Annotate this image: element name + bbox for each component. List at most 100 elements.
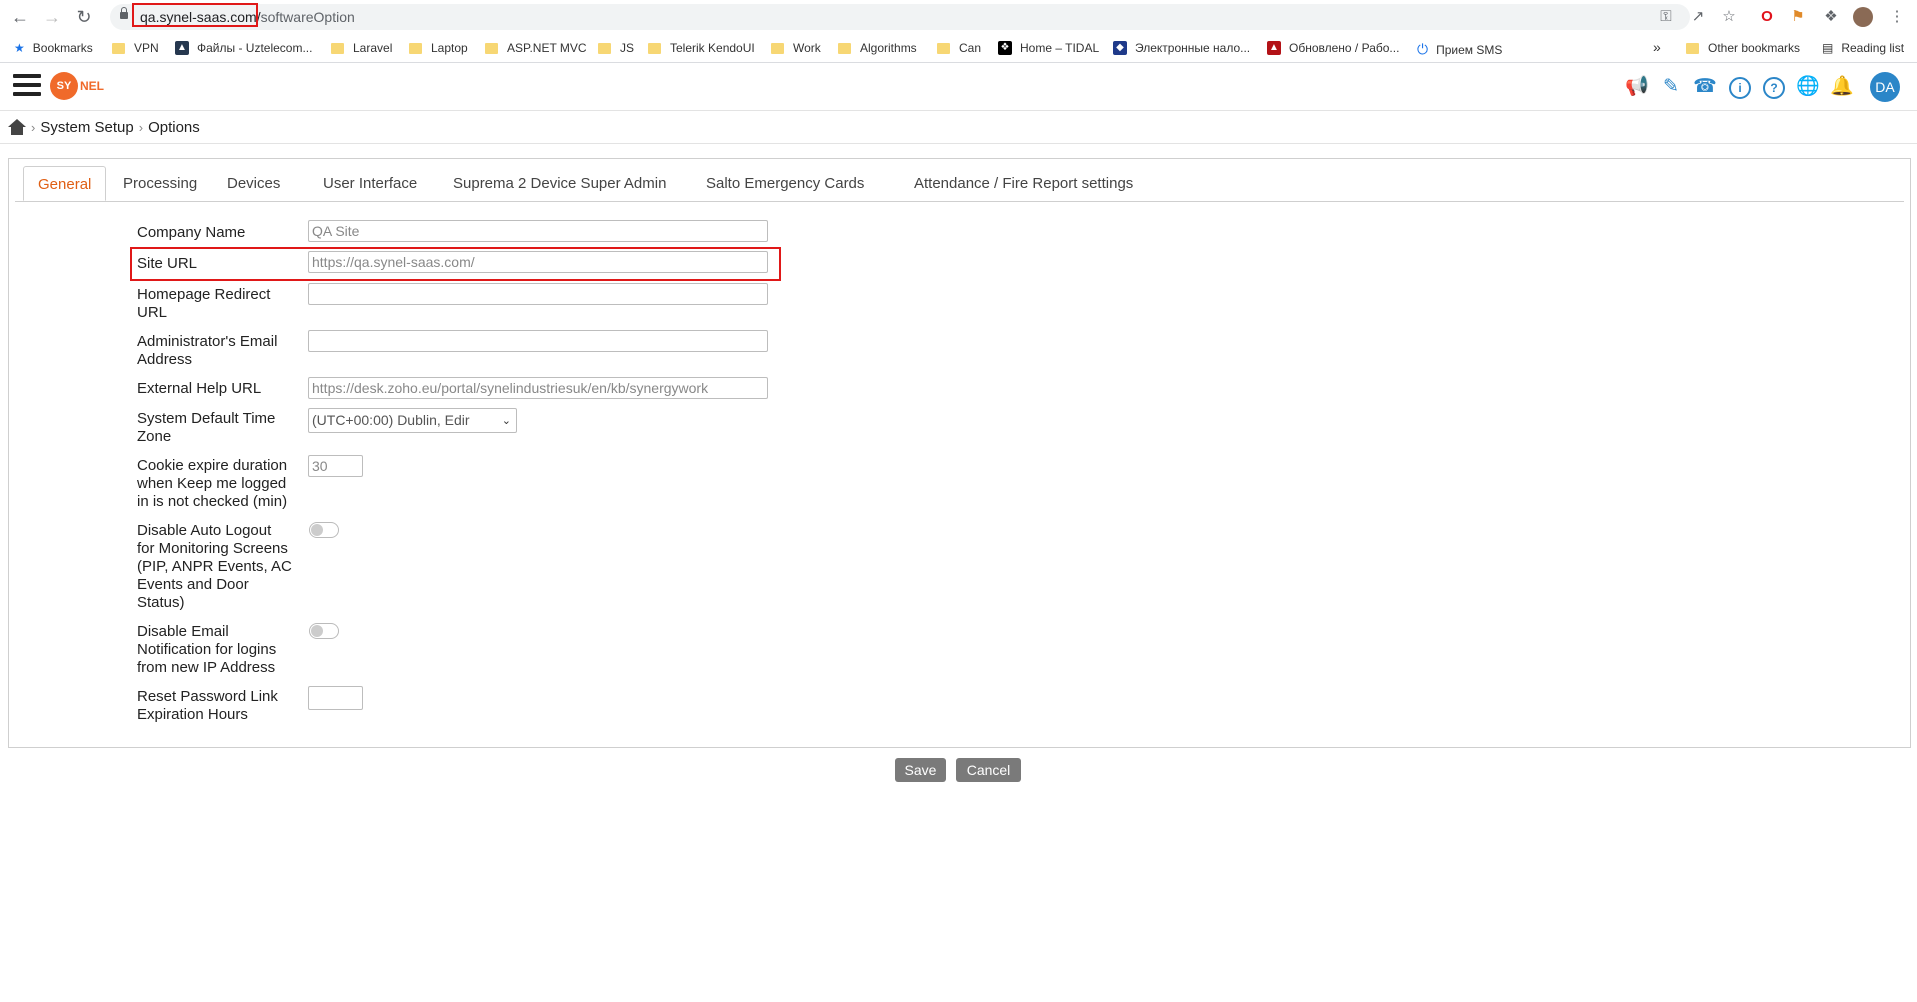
email-notification-label-line: Disable Email <box>137 623 229 640</box>
bell-icon[interactable]: 🔔 <box>1829 74 1855 100</box>
homepage-redirect-label-line: Homepage Redirect <box>137 286 271 303</box>
admin-email-input[interactable] <box>308 330 768 352</box>
synel-logo-text: NEL <box>80 79 104 93</box>
auto-logout-label: Disable Auto Logout for Monitoring Screen… <box>137 522 292 612</box>
reading-list[interactable]: ▤ Reading list <box>1822 41 1904 55</box>
extension-flag-icon[interactable]: ⚑ <box>1787 6 1809 28</box>
bookmark-item[interactable]: ❖ Home – TIDAL <box>998 41 1099 55</box>
synel-logo[interactable]: SY <box>50 72 78 100</box>
tax-icon: ◆ <box>1113 41 1127 55</box>
homepage-redirect-label-line: URL <box>137 304 168 321</box>
user-avatar[interactable]: DA <box>1870 72 1900 102</box>
profile-avatar-icon[interactable] <box>1853 7 1873 27</box>
tidal-icon: ❖ <box>998 41 1012 55</box>
address-bar[interactable]: qa.synel-saas.com/softwareOption <box>110 4 1690 30</box>
company-name-input[interactable]: QA Site <box>308 220 768 242</box>
tab-salto-emergency-cards[interactable]: Salto Emergency Cards <box>698 166 872 201</box>
help-icon[interactable]: ? <box>1763 77 1785 99</box>
timezone-label-line: Zone <box>137 428 172 445</box>
bookmark-item[interactable]: ◆ Электронные нало... <box>1113 41 1250 55</box>
bookmark-item[interactable]: ▲ Обновлено / Рабо... <box>1267 41 1399 55</box>
phone-icon[interactable]: ☎ <box>1692 74 1718 100</box>
bookmark-label: Algorithms <box>860 41 917 55</box>
auto-logout-label-line: Events and Door <box>137 576 249 593</box>
email-notification-label-line: from new IP Address <box>137 659 276 676</box>
site-url-highlight-box <box>130 247 781 281</box>
url-highlight-box <box>132 3 258 27</box>
bookmark-label: Work <box>793 41 821 55</box>
breadcrumb: › System Setup › Options <box>0 110 1917 144</box>
folder-icon <box>838 42 851 54</box>
chevron-right-icon: › <box>31 119 36 135</box>
homepage-redirect-input[interactable] <box>308 283 768 305</box>
star-icon: ★ <box>14 41 25 55</box>
back-arrow-icon[interactable]: ← <box>8 5 32 29</box>
announcement-icon[interactable]: 📢 <box>1624 74 1650 100</box>
save-button[interactable]: Save <box>895 758 946 782</box>
bookmark-label: Laptop <box>431 41 468 55</box>
bookmark-item[interactable]: Laptop <box>409 41 468 55</box>
breadcrumb-system-setup[interactable]: System Setup <box>40 119 133 136</box>
bookmark-label: Telerik KendoUI <box>670 41 755 55</box>
bookmark-item[interactable]: JS <box>598 41 634 55</box>
tab-attendance-fire-report[interactable]: Attendance / Fire Report settings <box>906 166 1141 201</box>
share-icon[interactable]: ↗ <box>1687 6 1709 28</box>
tab-user-interface[interactable]: User Interface <box>315 166 425 201</box>
tab-devices[interactable]: Devices <box>219 166 288 201</box>
folder-icon <box>112 42 125 54</box>
notes-icon[interactable]: ✎ <box>1658 74 1684 100</box>
key-icon[interactable]: ⚿ <box>1655 6 1677 28</box>
bookmark-label: Прием SMS <box>1436 42 1503 57</box>
timezone-selected-value: (UTC+00:00) Dublin, Edir <box>312 412 470 428</box>
tab-general[interactable]: General <box>23 166 107 201</box>
email-notification-label-line: Notification for logins <box>137 641 277 658</box>
cancel-button[interactable]: Cancel <box>956 758 1021 782</box>
forward-arrow-icon[interactable]: → <box>40 5 64 29</box>
bookmark-item[interactable]: ⏻ Прием SMS <box>1417 41 1502 58</box>
bookmarks-bar: ★ Bookmarks VPN ▲ Файлы - Uztelecom... Lar… <box>0 36 1917 63</box>
bookmark-label: Обновлено / Рабо... <box>1289 41 1400 55</box>
bookmark-item[interactable]: Algorithms <box>838 41 917 55</box>
bookmark-item[interactable]: Laravel <box>331 41 392 55</box>
bookmark-label: Laravel <box>353 41 393 55</box>
hamburger-menu-icon[interactable] <box>13 74 41 100</box>
bookmark-item[interactable]: Can <box>937 41 981 55</box>
cookie-expire-label: Cookie expire duration when Keep me logge… <box>137 457 287 511</box>
other-bookmarks[interactable]: Other bookmarks <box>1686 41 1800 55</box>
folder-icon <box>771 42 784 54</box>
bookmark-label: VPN <box>134 41 159 55</box>
folder-icon <box>409 42 422 54</box>
bookmark-item[interactable]: VPN <box>112 41 159 55</box>
globe-icon[interactable]: 🌐 <box>1795 74 1821 100</box>
info-icon[interactable]: i <box>1729 77 1751 99</box>
reset-password-label: Reset Password Link Expiration Hours <box>137 688 278 724</box>
power-icon: ⏻ <box>1417 41 1429 57</box>
timezone-select[interactable]: (UTC+00:00) Dublin, Edir ⌄ <box>308 408 517 433</box>
cookie-expire-input[interactable]: 30 <box>308 455 363 477</box>
tab-suprema-super-admin[interactable]: Suprema 2 Device Super Admin <box>445 166 674 201</box>
bookmark-item[interactable]: ASP.NET MVC <box>485 41 587 55</box>
external-help-url-input[interactable]: https://desk.zoho.eu/portal/synelindustr… <box>308 377 768 399</box>
opera-extension-icon[interactable]: O <box>1756 6 1778 28</box>
external-help-label: External Help URL <box>137 380 262 397</box>
bookmark-star-icon[interactable]: ☆ <box>1718 6 1740 28</box>
bookmark-label: Файлы - Uztelecom... <box>197 41 313 55</box>
reload-icon[interactable]: ↻ <box>72 5 96 29</box>
admin-email-label-line: Address <box>137 351 193 368</box>
menu-kebab-icon[interactable]: ⋮ <box>1886 6 1908 28</box>
bookmark-item[interactable]: ▲ Файлы - Uztelecom... <box>175 41 312 55</box>
site-icon: ▲ <box>175 41 189 55</box>
auto-logout-toggle[interactable] <box>309 522 339 538</box>
tab-processing[interactable]: Processing <box>115 166 205 201</box>
bookmark-item[interactable]: ★ Bookmarks <box>14 41 93 55</box>
more-bookmarks-chevron[interactable]: » <box>1653 39 1661 55</box>
bookmark-item[interactable]: Work <box>771 41 821 55</box>
cookie-expire-label-line: in is not checked (min) <box>137 493 288 510</box>
puzzle-extensions-icon[interactable]: ❖ <box>1820 6 1842 28</box>
red-icon: ▲ <box>1267 41 1281 55</box>
home-icon[interactable] <box>8 119 26 135</box>
reset-password-hours-input[interactable] <box>308 686 363 710</box>
bookmark-item[interactable]: Telerik KendoUI <box>648 41 755 55</box>
email-notification-toggle[interactable] <box>309 623 339 639</box>
reading-list-label: Reading list <box>1841 41 1905 55</box>
